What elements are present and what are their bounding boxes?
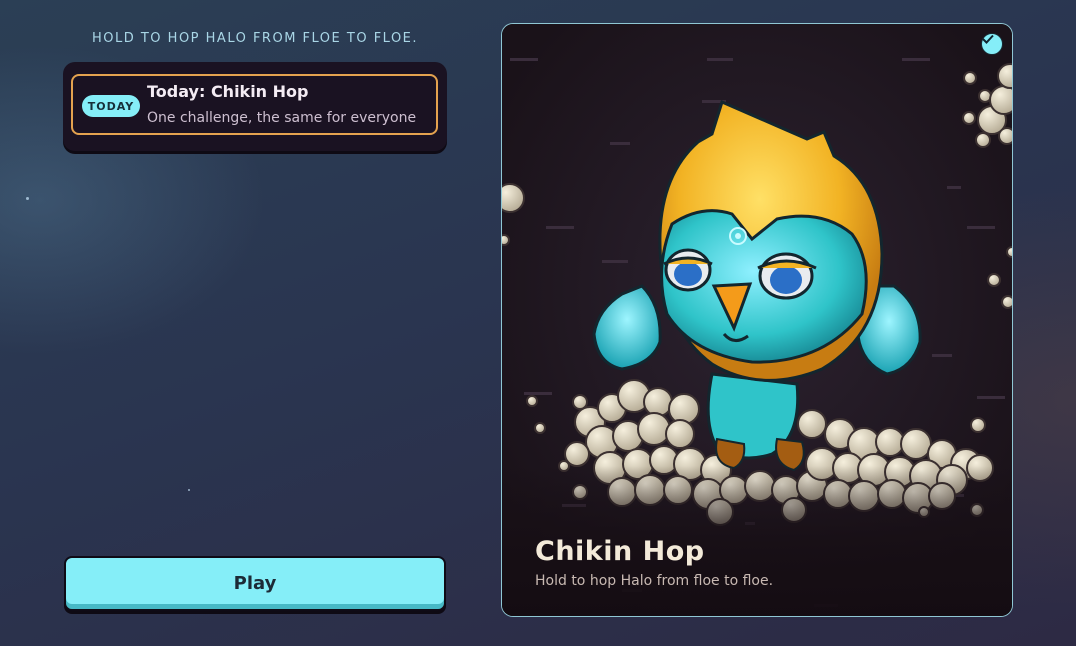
today-subtitle: One challenge, the same for everyone xyxy=(147,110,417,126)
game-description: Hold to hop Halo from floe to floe. xyxy=(535,573,774,589)
play-button[interactable]: Play xyxy=(64,556,446,611)
today-title: Today: Chikin Hop xyxy=(147,82,309,101)
today-challenge-highlight: TODAY Today: Chikin Hop One challenge, t… xyxy=(71,74,438,135)
tagline: HOLD TO HOP HALO FROM FLOE TO FLOE. xyxy=(91,31,419,46)
background-star xyxy=(26,197,29,200)
game-card[interactable]: Chikin Hop Hold to hop Halo from floe to… xyxy=(501,23,1013,617)
today-badge: TODAY xyxy=(82,95,140,117)
background-star xyxy=(188,489,190,491)
today-challenge-card[interactable]: TODAY Today: Chikin Hop One challenge, t… xyxy=(63,62,447,151)
check-icon xyxy=(981,33,1003,55)
game-title: Chikin Hop xyxy=(535,536,705,567)
